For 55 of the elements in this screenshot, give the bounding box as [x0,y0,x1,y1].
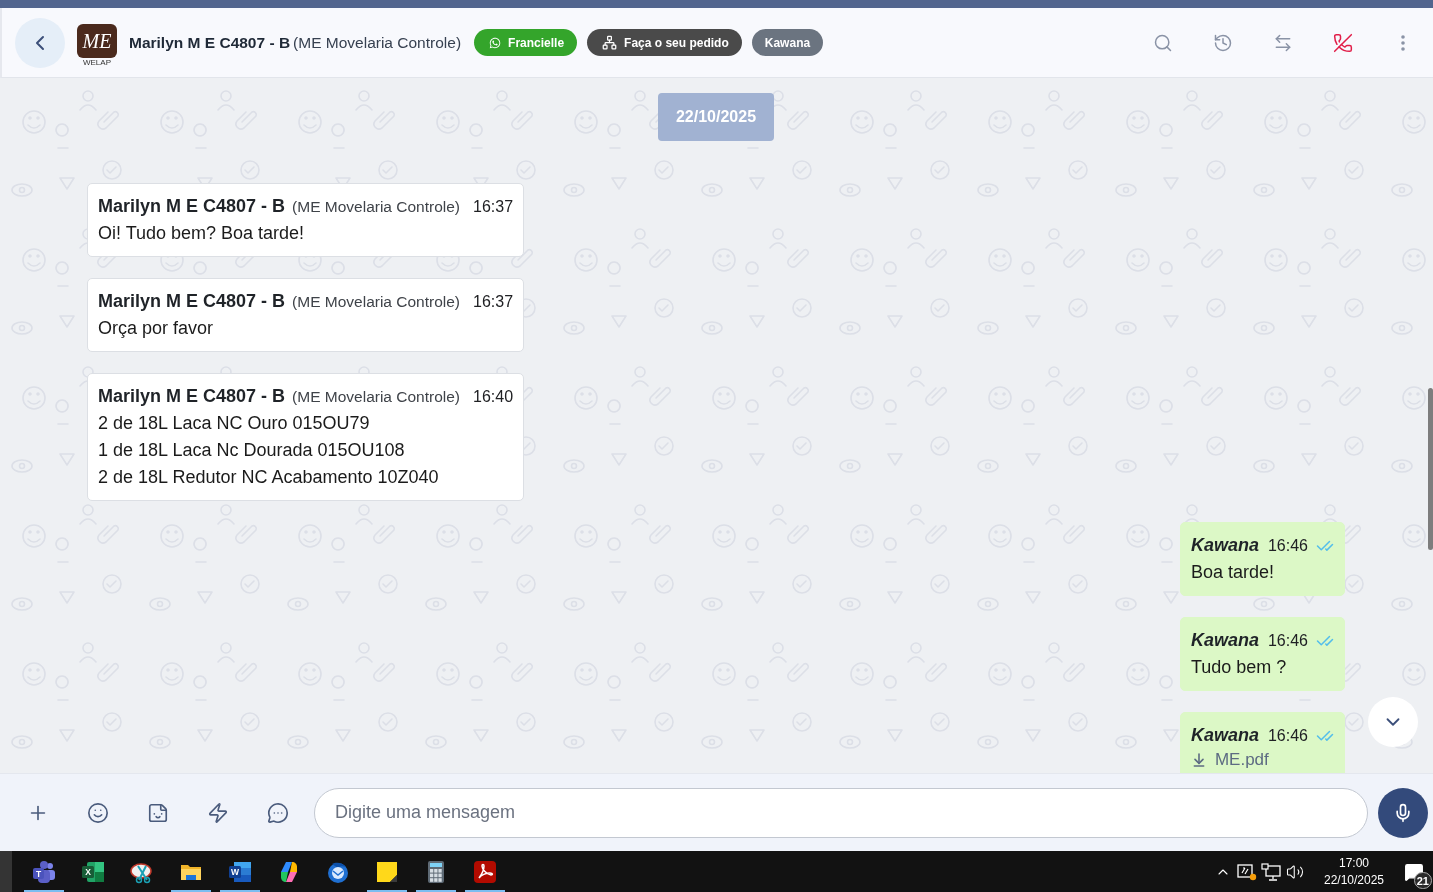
more-icon [1401,34,1405,51]
lightning-icon [207,801,229,824]
volume-icon[interactable] [1286,862,1304,881]
phone-off-icon [1333,32,1353,53]
taskbar-app-button[interactable]: T [24,851,64,892]
message-text: 2 de 18L Laca NC Ouro 015OU79 [98,412,371,435]
message-time: 16:46 [1267,726,1308,745]
microphone-button[interactable] [1378,787,1428,838]
taskbar-clock[interactable]: 17:00 22/10/2025 [1319,851,1389,892]
notification-count: 21 [1413,872,1432,889]
sender-name: Marilyn M E C4807 - B [98,196,286,217]
sender-name: Marilyn M E C4807 - B [98,291,286,312]
sticker-icon [147,801,169,824]
tag-button[interactable]: Faça o seu pedido [587,29,742,56]
taskbar-app-button[interactable]: W [220,851,260,892]
sync-alert-icon[interactable] [1237,862,1257,881]
sender-name: Marilyn M E C4807 - B [98,386,286,407]
attachment-link[interactable]: ME.pdf [1190,749,1334,771]
pdf-app-icon [473,859,497,884]
logo-tagline: WELAP [83,58,111,67]
search-icon [1153,32,1173,53]
taskbar-app-button[interactable]: X [73,851,113,892]
chat-bubble-icon [267,801,289,824]
message-input[interactable]: Digite uma mensagem [314,787,1368,838]
sticky-note-icon [375,859,399,884]
phone-bubble-icon [489,36,502,49]
sender-name: Kawana [1190,725,1259,746]
microphone-icon [1393,802,1413,823]
sender-organization: (ME Movelaria Controle) [292,292,461,311]
history-icon [1213,32,1233,53]
sender-name: Kawana [1190,535,1259,556]
message-time: 16:37 [473,197,514,216]
message-time: 16:46 [1267,536,1308,555]
notifications-button[interactable]: 21 [1399,851,1429,892]
message-text: 1 de 18L Laca Nc Dourada 015OU108 [98,439,406,462]
message-text: Boa tarde! [1190,561,1275,584]
contact-logo: ME [77,24,117,58]
message-text: 2 de 18L Redutor NC Acabamento 10Z040 [98,466,440,489]
message-text: Tudo bem ? [1190,656,1288,679]
contact-organization: (ME Movelaria Controle) [293,33,462,52]
sender-name: Kawana [1190,630,1259,651]
tag-button[interactable]: Kawana [751,29,824,56]
message-text: Orça por favor [98,317,215,340]
scrollbar-thumb[interactable] [1428,388,1433,550]
message-time: 16:40 [473,387,514,406]
message-time: 16:46 [1267,631,1308,650]
message-text: Oi! Tudo bem? Boa tarde! [98,222,306,245]
contact-name: Marilyn M E C4807 - B [129,33,291,52]
smiley-icon [87,801,109,824]
sender-organization: (ME Movelaria Controle) [292,387,461,406]
swap-arrows-icon [1273,32,1293,53]
hierarchy-icon [602,35,618,50]
sender-organization: (ME Movelaria Controle) [292,197,461,216]
network-icon[interactable] [1261,862,1281,881]
message-time: 16:37 [473,292,514,311]
